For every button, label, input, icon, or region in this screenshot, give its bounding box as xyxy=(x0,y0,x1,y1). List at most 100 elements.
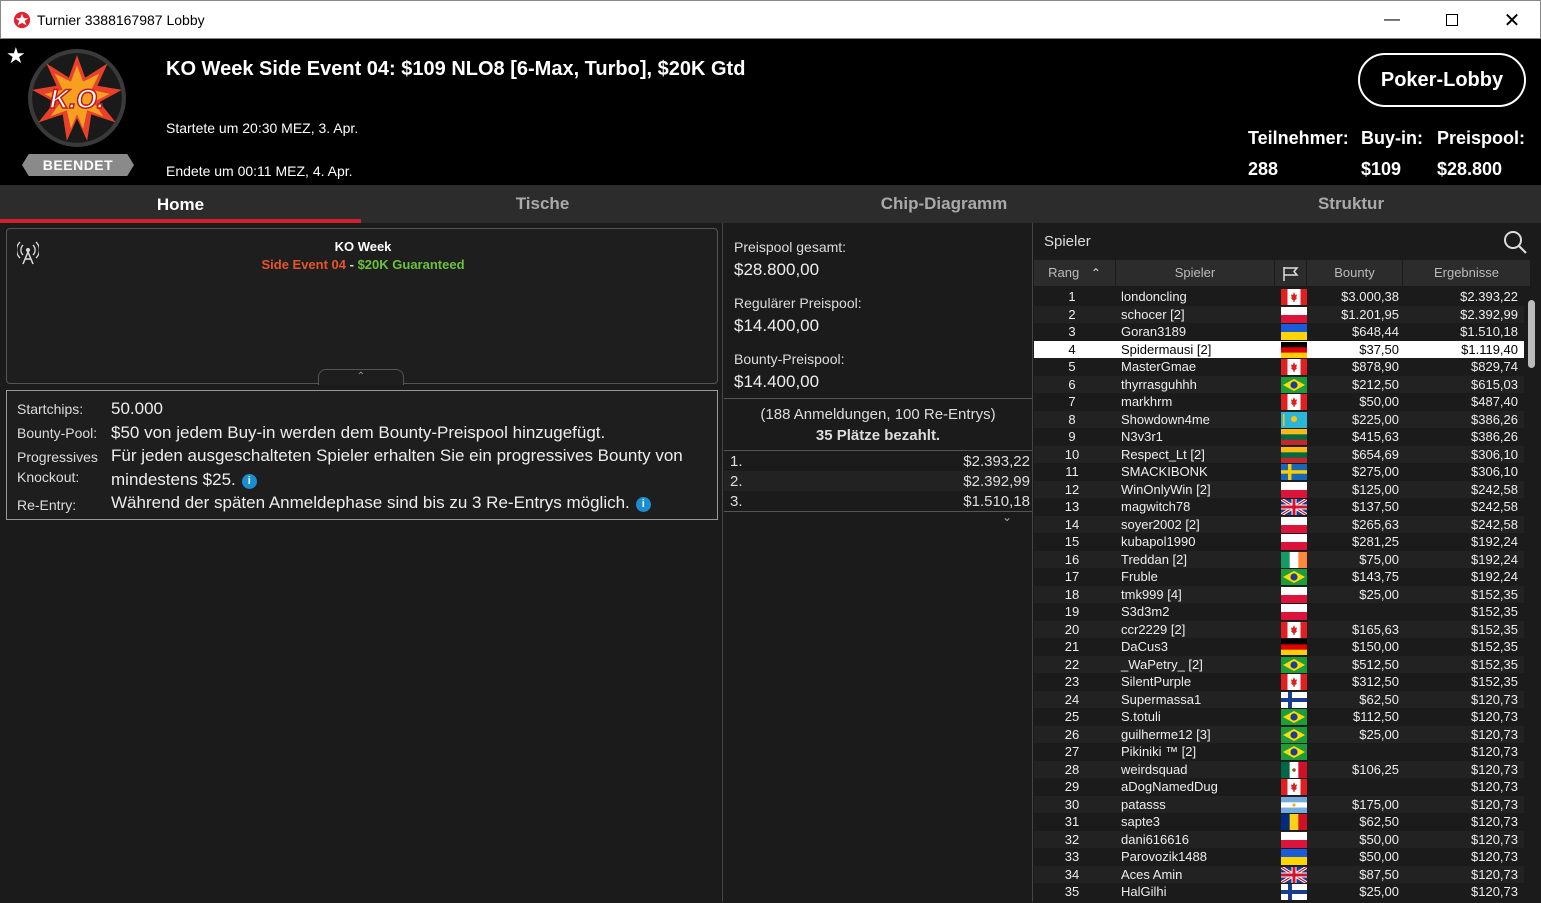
player-rank: 3 xyxy=(1068,324,1076,339)
player-row[interactable]: 32 dani616616 $50,00 $120,73 xyxy=(1034,830,1524,848)
player-bounty: $112,50 xyxy=(1352,709,1399,724)
player-row[interactable]: 33 Parovozik1488 $50,00 $120,73 xyxy=(1034,848,1524,866)
column-header-flag[interactable] xyxy=(1275,260,1307,286)
player-row[interactable]: 27 Pikiniki ™ [2] $120,73 xyxy=(1034,743,1524,761)
player-name: N3v3r1 xyxy=(1121,429,1163,444)
search-icon[interactable] xyxy=(1502,229,1528,255)
player-row[interactable]: 34 Aces Amin $87,50 $120,73 xyxy=(1034,865,1524,884)
player-row[interactable]: 12 WinOnlyWin [2] $125,00 $242,58 xyxy=(1034,480,1524,498)
players-search-bar[interactable]: Spieler xyxy=(1034,226,1538,258)
news-title: KO Week xyxy=(334,239,392,254)
player-row[interactable]: 16 Treddan [2] $75,00 $192,24 xyxy=(1034,550,1524,568)
country-flag-icon xyxy=(1281,376,1307,393)
player-name: kubapol1990 xyxy=(1121,534,1196,549)
maximize-button[interactable] xyxy=(1423,1,1481,39)
player-bounty: $62,50 xyxy=(1359,814,1399,829)
player-row[interactable]: 26 guilherme12 [3] $25,00 $120,73 xyxy=(1034,725,1524,743)
tab-structure[interactable]: Struktur xyxy=(1164,185,1538,223)
player-rank: 23 xyxy=(1064,674,1080,689)
country-flag-icon xyxy=(1281,779,1307,795)
player-list-scrollbar[interactable] xyxy=(1526,288,1536,896)
info-icon[interactable]: i xyxy=(241,474,257,489)
player-result: $152,35 xyxy=(1471,656,1518,672)
player-bounty: $654,69 xyxy=(1352,446,1399,462)
player-row[interactable]: 17 Fruble $143,75 $192,24 xyxy=(1034,568,1524,586)
poker-lobby-button[interactable]: Poker-Lobby xyxy=(1358,53,1526,107)
player-row[interactable]: 14 soyer2002 [2] $265,63 $242,58 xyxy=(1034,515,1524,533)
player-result: $120,73 xyxy=(1471,814,1518,829)
player-result: $2.393,22 xyxy=(1460,289,1518,304)
player-row[interactable]: 20 ccr2229 [2] $165,63 $152,35 xyxy=(1034,620,1524,638)
svg-text:K.O.: K.O. xyxy=(50,84,105,114)
player-name: markhrm xyxy=(1121,394,1173,409)
player-rank: 16 xyxy=(1064,551,1080,567)
player-row[interactable]: 13 magwitch78 $137,50 $242,58 xyxy=(1034,497,1524,517)
player-rank: 12 xyxy=(1064,481,1080,497)
news-subtitle-separator: - xyxy=(346,257,358,272)
player-row[interactable]: 6 thyrrasguhhh $212,50 $615,03 xyxy=(1034,375,1524,393)
event-title: KO Week Side Event 04: $109 NLO8 [6-Max,… xyxy=(166,58,746,80)
tab-tables[interactable]: Tische xyxy=(361,185,724,223)
player-rank: 24 xyxy=(1064,691,1080,707)
player-row[interactable]: 18 tmk999 [4] $25,00 $152,35 xyxy=(1034,585,1524,603)
player-row[interactable]: 29 aDogNamedDug $120,73 xyxy=(1034,778,1524,796)
player-bounty: $137,50 xyxy=(1352,499,1399,514)
buyin-label: Buy-in: xyxy=(1361,128,1423,148)
window-title: Turnier 3388167987 Lobby xyxy=(37,12,205,28)
scrollbar-thumb[interactable] xyxy=(1528,300,1535,368)
player-row[interactable]: 21 DaCus3 $150,00 $152,35 xyxy=(1034,638,1524,656)
column-header-rank[interactable]: Rang ⌃ xyxy=(1034,260,1116,286)
player-bounty: $25,00 xyxy=(1359,726,1399,742)
player-name: SMACKIBONK xyxy=(1121,464,1208,479)
info-icon[interactable]: i xyxy=(635,497,651,512)
player-row[interactable]: 35 HalGilhi $25,00 $120,73 xyxy=(1034,883,1524,901)
favorite-star-icon[interactable]: ★ xyxy=(6,43,26,69)
country-flag-icon xyxy=(1281,691,1307,708)
player-row[interactable]: 1 londoncling $3.000,38 $2.393,22 xyxy=(1034,288,1524,306)
player-row[interactable]: 19 S3d3m2 $152,35 xyxy=(1034,603,1524,621)
participants-value: 288 xyxy=(1248,159,1279,179)
player-row[interactable]: 10 Respect_Lt [2] $654,69 $306,10 xyxy=(1034,445,1524,463)
player-row[interactable]: 4 Spidermausi [2] $37,50 $1.119,40 xyxy=(1034,340,1524,358)
tab-chip-chart[interactable]: Chip-Diagramm xyxy=(724,185,1164,223)
player-row[interactable]: 7 markhrm $50,00 $487,40 xyxy=(1034,393,1524,411)
player-row[interactable]: 9 N3v3r1 $415,63 $386,26 xyxy=(1034,428,1524,446)
player-row[interactable]: 8 Showdown4me $225,00 $386,26 xyxy=(1034,410,1524,428)
player-row[interactable]: 22 _WaPetry_ [2] $512,50 $152,35 xyxy=(1034,655,1524,673)
bounty-prizepool-value: $14.400,00 xyxy=(734,372,820,391)
player-rank: 10 xyxy=(1064,446,1080,462)
player-row[interactable]: 2 schocer [2] $1.201,95 $2.392,99 xyxy=(1034,305,1524,323)
player-row[interactable]: 31 sapte3 $62,50 $120,73 xyxy=(1034,813,1524,831)
player-row[interactable]: 25 S.totuli $112,50 $120,73 xyxy=(1034,708,1524,726)
country-flag-icon xyxy=(1281,341,1307,358)
player-row[interactable]: 24 Supermassa1 $62,50 $120,73 xyxy=(1034,690,1524,708)
player-result: $487,40 xyxy=(1471,394,1518,409)
player-bounty: $512,50 xyxy=(1352,656,1399,672)
players-search-label: Spieler xyxy=(1044,233,1091,250)
player-row[interactable]: 11 SMACKIBONK $275,00 $306,10 xyxy=(1034,463,1524,481)
player-row[interactable]: 28 weirdsquad $106,25 $120,73 xyxy=(1034,760,1524,778)
collapse-news-button[interactable]: ⌃ xyxy=(318,369,404,385)
tab-home[interactable]: Home xyxy=(0,185,361,223)
column-header-bounty[interactable]: Bounty xyxy=(1307,260,1403,286)
participants-label: Teilnehmer: xyxy=(1248,128,1349,148)
column-header-player[interactable]: Spieler xyxy=(1116,260,1275,286)
player-row[interactable]: 15 kubapol1990 $281,25 $192,24 xyxy=(1034,533,1524,551)
player-rank: 18 xyxy=(1064,586,1080,602)
player-row[interactable]: 5 MasterGmae $878,90 $829,74 xyxy=(1034,358,1524,376)
news-subtitle: Side Event 04 - $20K Guaranteed xyxy=(7,257,719,272)
close-button[interactable]: ✕ xyxy=(1483,1,1541,39)
tournament-header: ★ K.O. BEENDET KO Week Side Event 04: $1… xyxy=(0,39,1541,185)
player-bounty: $75,00 xyxy=(1359,551,1399,567)
player-row[interactable]: 30 patasss $175,00 $120,73 xyxy=(1034,795,1524,813)
expand-payouts-chevron-icon[interactable]: ⌄ xyxy=(1002,510,1012,524)
minimize-button[interactable]: — xyxy=(1363,1,1421,39)
prizepool-label: Preispool: xyxy=(1437,128,1526,148)
country-flag-icon xyxy=(1281,796,1307,813)
country-flag-icon xyxy=(1281,849,1307,866)
player-row[interactable]: 23 SilentPurple $312,50 $152,35 xyxy=(1034,673,1524,691)
country-flag-icon xyxy=(1281,586,1307,603)
column-header-results[interactable]: Ergebnisse xyxy=(1403,260,1531,286)
player-row[interactable]: 3 Goran3189 $648,44 $1.510,18 xyxy=(1034,323,1524,341)
player-rank: 8 xyxy=(1068,411,1076,427)
